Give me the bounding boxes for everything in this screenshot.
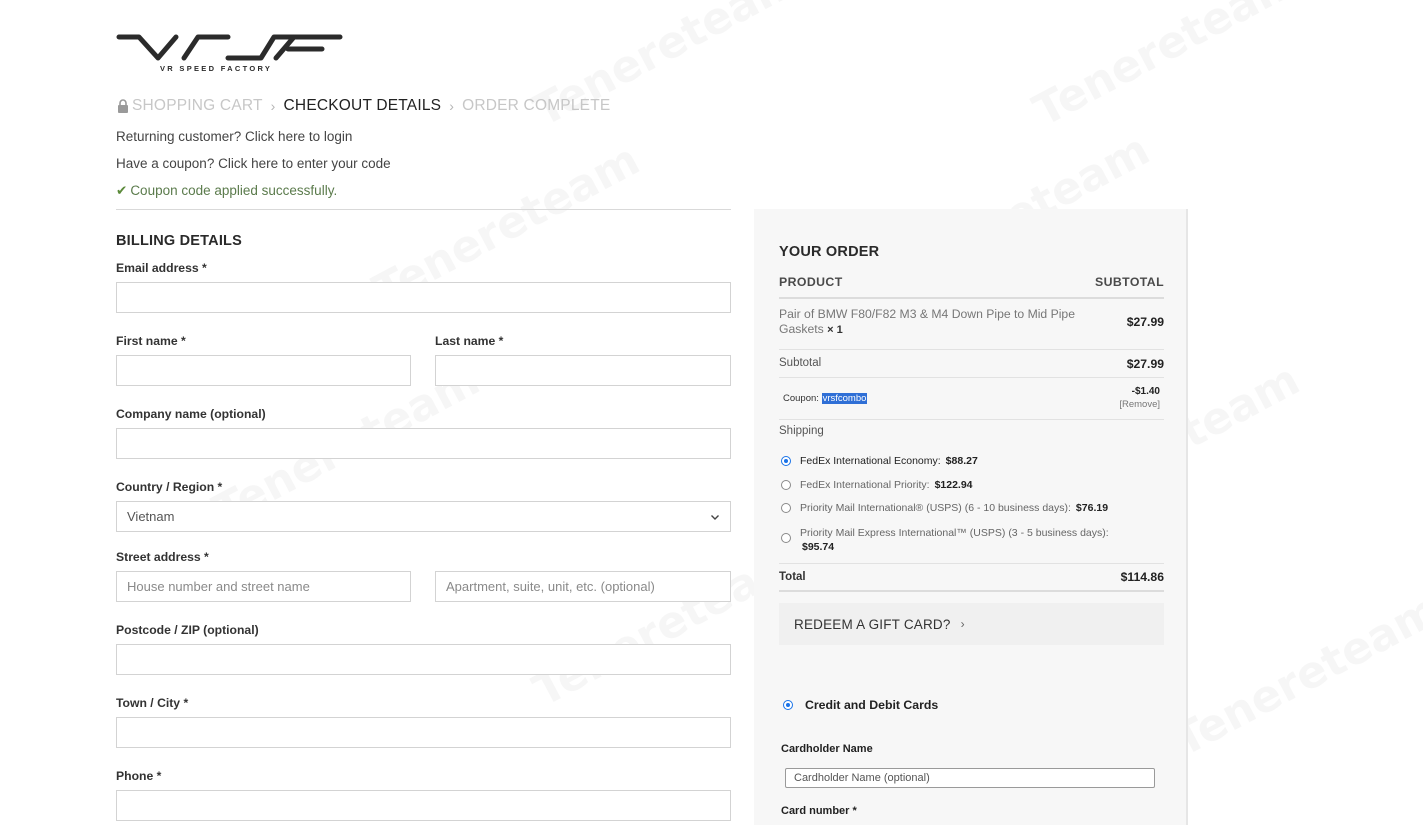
apartment-field[interactable] (435, 571, 731, 602)
first-name-label: First name * (116, 334, 186, 348)
city-field[interactable] (116, 717, 731, 748)
gift-card-label: REDEEM A GIFT CARD? (794, 616, 951, 632)
phone-field[interactable] (116, 790, 731, 821)
lock-icon (118, 99, 128, 113)
watermark: Tenereteam (1165, 584, 1423, 767)
site-logo[interactable]: VR SPEED FACTORY (116, 28, 346, 74)
order-item-name: Pair of BMW F80/F82 M3 & M4 Down Pipe to… (779, 307, 1079, 338)
subtotal-column-header: SUBTOTAL (1094, 275, 1164, 289)
postcode-field[interactable] (116, 644, 731, 675)
coupon-success-message: ✔ Coupon code applied successfully. (116, 183, 337, 199)
order-item-quantity: × 1 (827, 324, 843, 336)
company-field[interactable] (116, 428, 731, 459)
street-label: Street address * (116, 550, 209, 564)
phone-label: Phone * (116, 769, 162, 783)
coupon-remove-link[interactable]: [Remove] (1090, 399, 1160, 410)
coupon-discount: -$1.40 (1131, 386, 1160, 397)
radio-button[interactable] (781, 503, 791, 513)
shipping-option-price: $122.94 (934, 479, 973, 491)
country-value: Vietnam (127, 509, 175, 524)
subtotal-label: Subtotal (779, 357, 822, 369)
shipping-label: Shipping (779, 425, 824, 437)
shipping-option-price: $76.19 (1075, 502, 1109, 514)
order-title: YOUR ORDER (779, 244, 880, 260)
checkmark-icon: ✔ (116, 183, 128, 198)
email-label: Email address * (116, 261, 207, 275)
chevron-right-icon: › (449, 98, 455, 114)
shipping-option-name: FedEx International Priority: (800, 479, 930, 491)
country-label: Country / Region * (116, 480, 223, 494)
cardholder-name-label: Cardholder Name (781, 743, 873, 755)
shipping-option-name: Priority Mail International® (USPS) (6 -… (800, 502, 1071, 514)
payment-method-label: Credit and Debit Cards (805, 698, 939, 712)
checkout-steps: SHOPPING CART › CHECKOUT DETAILS › ORDER… (116, 97, 610, 115)
company-label: Company name (optional) (116, 407, 266, 421)
product-column-header: PRODUCT (779, 275, 843, 289)
order-item-title: Pair of BMW F80/F82 M3 & M4 Down Pipe to… (779, 307, 1075, 336)
street-address-field[interactable] (116, 571, 411, 602)
shipping-option-price: $88.27 (945, 455, 978, 467)
last-name-label: Last name * (435, 334, 504, 348)
step-shopping-cart[interactable]: SHOPPING CART (132, 97, 263, 115)
chevron-down-icon (711, 514, 719, 520)
shipping-option-price: $95.74 (802, 541, 835, 553)
divider (779, 419, 1164, 420)
coupon-row-label: Coupon: vrsfcombo (783, 393, 868, 404)
shipping-option-name: FedEx International Economy: (800, 455, 941, 467)
email-field[interactable] (116, 282, 731, 313)
divider (116, 209, 731, 210)
postcode-label: Postcode / ZIP (optional) (116, 623, 259, 637)
payment-method-cards[interactable]: Credit and Debit Cards (783, 698, 938, 712)
chevron-right-icon: › (270, 98, 276, 114)
shipping-option-text: Priority Mail Express International™ (US… (800, 526, 1109, 554)
vrsf-logo-icon: VR SPEED FACTORY (116, 34, 343, 73)
order-item-price: $27.99 (1126, 315, 1164, 329)
first-name-field[interactable] (116, 355, 411, 386)
radio-button[interactable] (781, 480, 791, 490)
watermark: Tenereteam (525, 0, 808, 137)
subtotal-value: $27.99 (1126, 357, 1164, 371)
total-label: Total (779, 571, 806, 583)
radio-button[interactable] (781, 456, 791, 466)
divider (779, 349, 1164, 350)
card-number-label: Card number * (781, 805, 857, 817)
watermark: Tenereteam (1025, 0, 1308, 137)
order-summary-panel (754, 209, 1188, 825)
divider (779, 590, 1164, 592)
chevron-right-icon: › (960, 617, 965, 631)
coupon-link[interactable]: Have a coupon? Click here to enter your … (116, 156, 391, 171)
billing-title: BILLING DETAILS (116, 233, 242, 249)
coupon-success-text: Coupon code applied successfully. (130, 183, 338, 198)
divider (779, 377, 1164, 378)
redeem-gift-card-button[interactable]: REDEEM A GIFT CARD? › (779, 603, 1164, 645)
divider (779, 297, 1164, 299)
coupon-code: vrsfcombo (821, 393, 868, 404)
last-name-field[interactable] (435, 355, 731, 386)
returning-customer-link[interactable]: Returning customer? Click here to login (116, 129, 352, 144)
shipping-option-usps-priority[interactable]: Priority Mail International® (USPS) (6 -… (781, 502, 1108, 514)
shipping-option-fedex-economy[interactable]: FedEx International Economy: $88.27 (781, 455, 978, 467)
city-label: Town / City * (116, 696, 189, 710)
total-value: $114.86 (1120, 570, 1164, 584)
cardholder-name-field[interactable] (785, 768, 1155, 788)
shipping-option-fedex-priority[interactable]: FedEx International Priority: $122.94 (781, 479, 973, 491)
radio-button[interactable] (781, 533, 791, 543)
coupon-prefix: Coupon: (783, 393, 819, 404)
radio-button[interactable] (783, 700, 793, 710)
shipping-option-usps-express[interactable]: Priority Mail Express International™ (US… (781, 526, 1109, 554)
svg-text:VR SPEED FACTORY: VR SPEED FACTORY (160, 64, 272, 73)
divider (779, 563, 1164, 564)
step-order-complete: ORDER COMPLETE (462, 97, 611, 114)
shipping-option-name: Priority Mail Express International™ (US… (800, 527, 1109, 539)
step-checkout-details[interactable]: CHECKOUT DETAILS (284, 97, 442, 115)
country-select[interactable]: Vietnam (116, 501, 731, 532)
